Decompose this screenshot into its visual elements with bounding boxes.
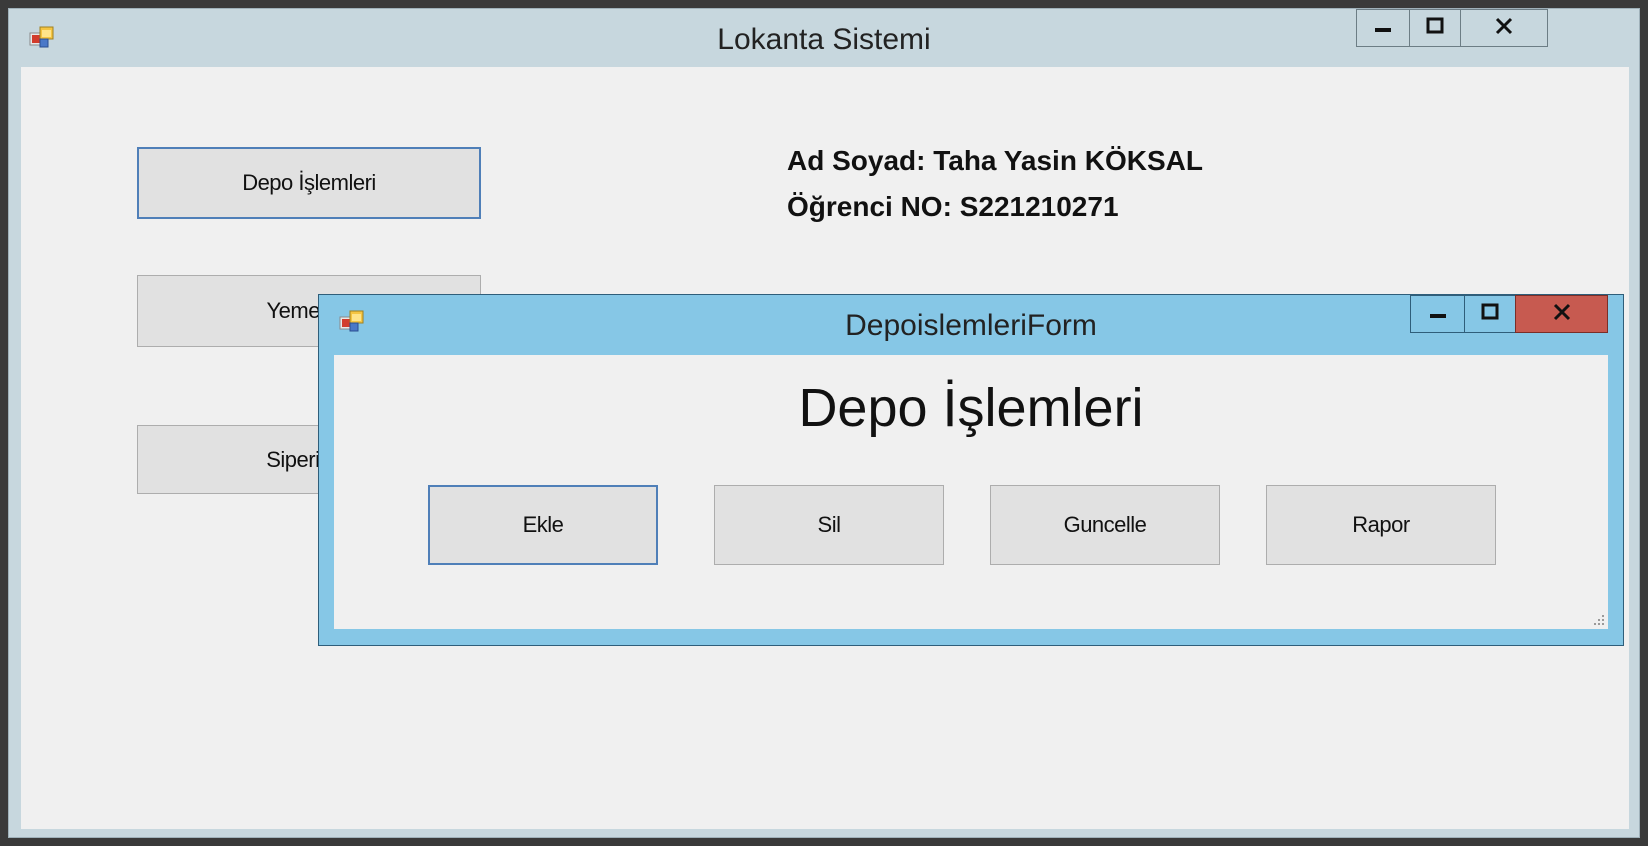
rapor-button[interactable]: Rapor xyxy=(1266,485,1496,565)
depo-islemleri-button[interactable]: Depo İşlemleri xyxy=(137,147,481,219)
child-close-button[interactable] xyxy=(1515,295,1608,333)
depo-islemleri-window: DepoislemleriForm Depo İşlemleri Ekle Si… xyxy=(318,294,1624,646)
ekle-button[interactable]: Ekle xyxy=(428,485,658,565)
close-icon xyxy=(1494,16,1514,40)
depo-heading: Depo İşlemleri xyxy=(798,378,1144,438)
minimize-button[interactable] xyxy=(1356,9,1410,47)
sil-button[interactable]: Sil xyxy=(714,485,944,565)
child-minimize-button[interactable] xyxy=(1410,295,1465,333)
guncelle-button[interactable]: Guncelle xyxy=(990,485,1220,565)
close-button[interactable] xyxy=(1460,9,1548,47)
close-icon xyxy=(1552,302,1572,326)
maximize-icon xyxy=(1425,16,1445,40)
name-label: Ad Soyad: Taha Yasin KÖKSAL xyxy=(787,145,1203,176)
minimize-icon xyxy=(1428,302,1448,326)
main-titlebar[interactable]: Lokanta Sistemi xyxy=(9,9,1639,67)
student-number-label: Öğrenci NO: S221210271 xyxy=(787,191,1119,222)
child-maximize-button[interactable] xyxy=(1464,295,1516,333)
minimize-icon xyxy=(1373,16,1393,40)
maximize-icon xyxy=(1480,302,1500,326)
maximize-button[interactable] xyxy=(1409,9,1461,47)
resize-grip-icon[interactable] xyxy=(1590,611,1606,627)
child-titlebar[interactable]: DepoislemleriForm xyxy=(319,295,1623,353)
child-client-area: Depo İşlemleri Ekle Sil Guncelle Rapor xyxy=(334,355,1608,629)
